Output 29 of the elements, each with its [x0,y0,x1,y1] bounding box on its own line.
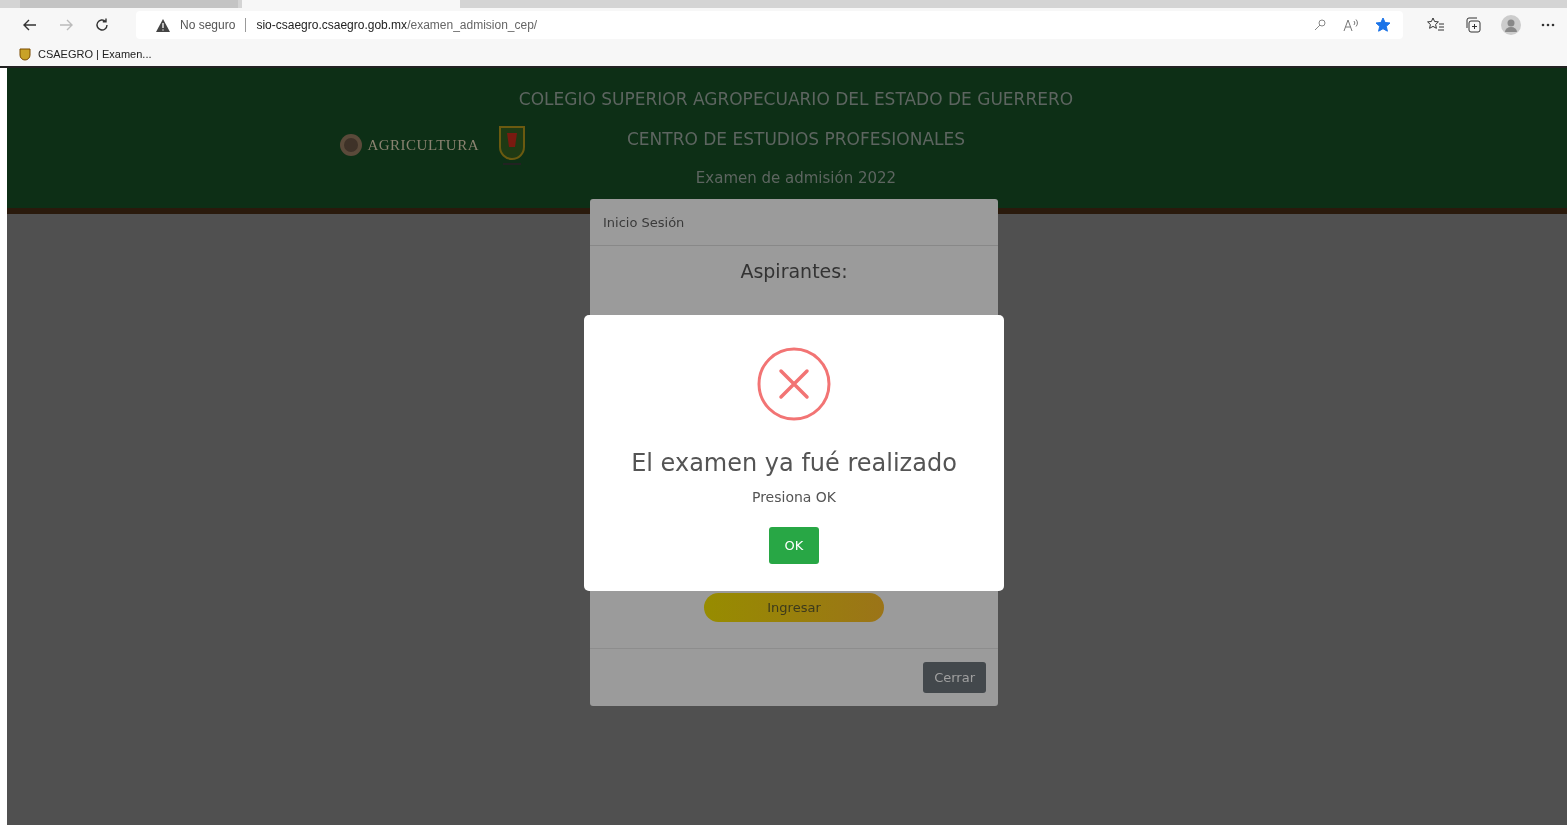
key-icon[interactable] [1313,18,1327,32]
header-title: Examen de admisión 2022 [695,169,897,187]
close-button[interactable]: Cerrar [923,662,986,693]
back-icon[interactable] [22,17,38,33]
more-icon[interactable] [1541,23,1555,27]
profile-avatar-icon[interactable] [1501,15,1521,35]
favorites-icon[interactable] [1427,17,1445,33]
reload-icon[interactable] [94,17,110,33]
url-text: sio-csaegro.csaegro.gob.mx/examen_admision_cep/ [256,18,538,32]
error-icon [757,347,831,421]
header-title: COLEGIO SUPERIOR AGROPECUARIO DEL ESTADO DE GUERRERO [518,89,1074,109]
star-icon[interactable] [1375,17,1391,33]
modal-title: Inicio Sesión [603,214,685,230]
section-heading: Aspirantes: [740,260,848,282]
address-bar[interactable]: No seguro sio-csaegro.csaegro.gob.mx/examen_admision_cep/ [136,11,1403,39]
warning-icon [156,18,170,32]
collections-icon[interactable] [1465,17,1481,33]
alert-message: Presiona OK [751,489,837,505]
read-aloud-icon[interactable] [1343,18,1359,32]
security-label: No seguro [180,18,236,32]
login-button[interactable]: Ingresar [704,593,884,622]
bookmark-item[interactable]: CSAEGRO | Examen... [18,47,152,61]
header-title: CENTRO DE ESTUDIOS PROFESIONALES [626,129,966,149]
agriculture-logo: AGRICULTURA [339,133,479,157]
ok-button[interactable]: OK [769,527,819,564]
seal-icon [339,133,364,157]
shield-icon [18,47,32,61]
alert-title: El examen ya fué realizado [631,449,957,477]
shield-logo-icon [497,123,527,167]
